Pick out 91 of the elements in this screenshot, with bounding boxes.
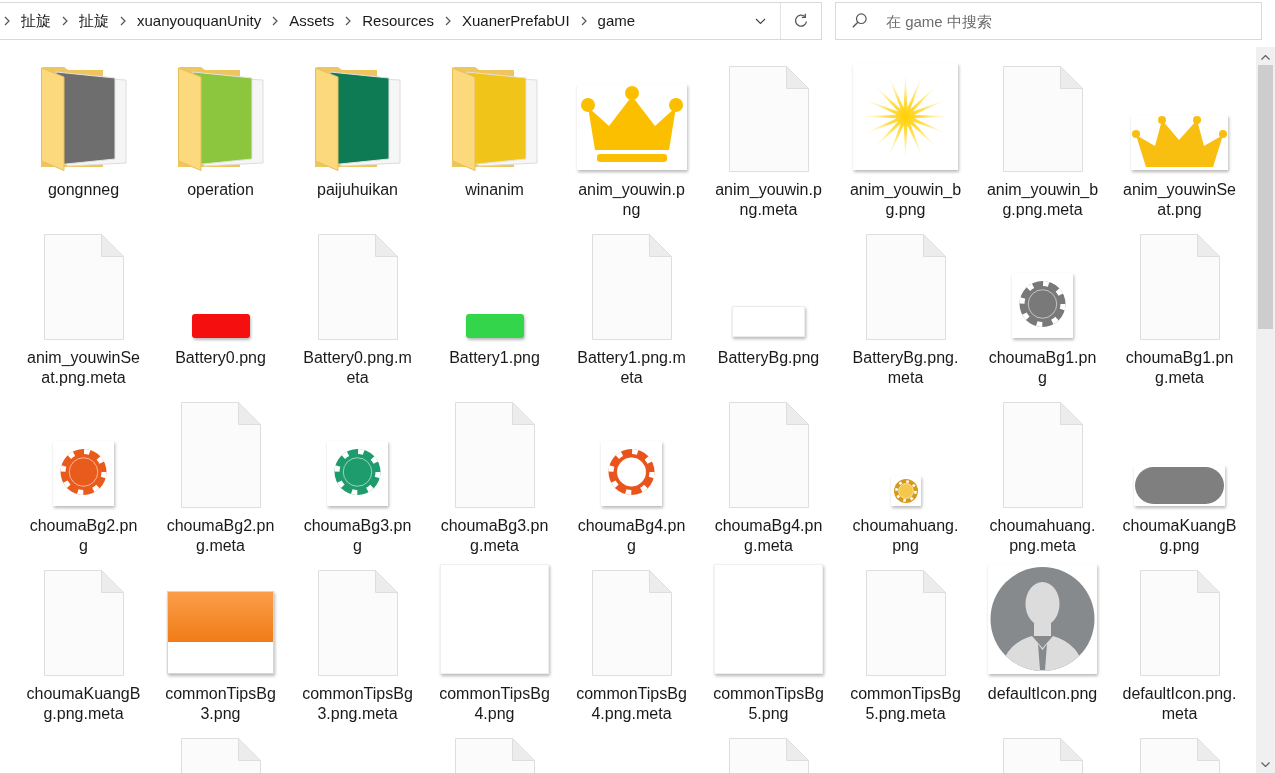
file-name[interactable]: choumaBg2.png.meta bbox=[163, 516, 278, 556]
file-name[interactable]: anim_youwin.png bbox=[574, 180, 689, 220]
chevron-right-icon[interactable] bbox=[345, 16, 352, 26]
file-name[interactable]: choumaBg1.png.meta bbox=[1122, 348, 1237, 388]
scrollbar-thumb[interactable] bbox=[1258, 65, 1273, 329]
folder-icon[interactable] bbox=[314, 67, 401, 171]
chip-icon[interactable] bbox=[890, 476, 921, 506]
file-name[interactable]: commonTipsBg4.png.meta bbox=[574, 684, 689, 724]
chevron-down-icon[interactable] bbox=[754, 17, 766, 25]
crown-icon[interactable] bbox=[576, 84, 687, 170]
document-icon[interactable] bbox=[1139, 570, 1220, 676]
blank-bar-icon[interactable] bbox=[732, 306, 805, 337]
file-name[interactable]: paijuhuikan bbox=[300, 180, 415, 200]
address-bar[interactable]: 扯旋 扯旋 xuanyouquanUnity Assets Resources XuanerPrefabUI game bbox=[0, 2, 822, 40]
pill-icon[interactable] bbox=[1134, 465, 1225, 506]
file-name[interactable]: Battery0.png bbox=[163, 348, 278, 368]
ring-chip-icon[interactable] bbox=[601, 441, 662, 506]
chip-icon[interactable] bbox=[53, 441, 114, 506]
search-icon[interactable] bbox=[852, 13, 867, 28]
file-name[interactable]: commonTipsBg3.png bbox=[163, 684, 278, 724]
file-name[interactable]: BatteryBg.png.meta bbox=[848, 348, 963, 388]
document-icon[interactable] bbox=[317, 234, 398, 340]
chip-icon[interactable] bbox=[1012, 273, 1073, 338]
sunburst-icon[interactable] bbox=[853, 63, 958, 170]
file-name[interactable]: Battery1.png bbox=[437, 348, 552, 368]
document-icon[interactable] bbox=[591, 234, 672, 340]
file-name[interactable]: winanim bbox=[437, 180, 552, 200]
file-name[interactable]: Battery1.png.meta bbox=[574, 348, 689, 388]
chevron-right-icon[interactable] bbox=[272, 16, 279, 26]
chevron-right-icon[interactable] bbox=[120, 16, 126, 26]
scrollbar-track[interactable] bbox=[1256, 47, 1275, 773]
file-name[interactable]: operation bbox=[163, 180, 278, 200]
chip-icon[interactable] bbox=[327, 441, 388, 506]
breadcrumb-link[interactable]: xuanyouquanUnity bbox=[137, 11, 262, 31]
rounded-bar-icon[interactable] bbox=[465, 314, 524, 338]
document-icon[interactable] bbox=[180, 402, 261, 508]
file-name[interactable]: anim_youwin_bg.png.meta bbox=[985, 180, 1100, 220]
file-name[interactable]: choumaBg1.png bbox=[985, 348, 1100, 388]
file-name[interactable]: commonTipsBg5.png.meta bbox=[848, 684, 963, 724]
file-name[interactable]: choumaBg2.png bbox=[26, 516, 141, 556]
file-name[interactable]: anim_youwin.png.meta bbox=[711, 180, 826, 220]
breadcrumb-link[interactable]: 扯旋 bbox=[21, 11, 51, 31]
file-name[interactable]: choumahuang.png bbox=[848, 516, 963, 556]
file-name[interactable]: choumaBg3.png bbox=[300, 516, 415, 556]
file-name[interactable]: commonTipsBg3.png.meta bbox=[300, 684, 415, 724]
file-name[interactable]: choumaBg4.png bbox=[574, 516, 689, 556]
document-icon[interactable] bbox=[728, 66, 809, 172]
document-icon[interactable] bbox=[1139, 234, 1220, 340]
file-name[interactable]: choumahuang.png.meta bbox=[985, 516, 1100, 556]
breadcrumb-link[interactable]: Resources bbox=[362, 11, 434, 31]
crown-icon[interactable] bbox=[1131, 115, 1228, 170]
document-icon[interactable] bbox=[865, 234, 946, 340]
document-icon[interactable] bbox=[1002, 402, 1083, 508]
chevron-right-icon[interactable] bbox=[4, 16, 10, 26]
chevron-right-icon[interactable] bbox=[580, 16, 587, 26]
file-name[interactable]: choumaKuangBg.png.meta bbox=[26, 684, 141, 724]
file-name[interactable]: choumaBg3.png.meta bbox=[437, 516, 552, 556]
document-icon[interactable] bbox=[865, 570, 946, 676]
folder-icon[interactable] bbox=[40, 67, 127, 171]
document-icon[interactable] bbox=[43, 234, 124, 340]
file-name[interactable]: BatteryBg.png bbox=[711, 348, 826, 368]
document-icon[interactable] bbox=[454, 402, 535, 508]
person-silhouette-icon[interactable] bbox=[988, 564, 1097, 674]
breadcrumb-link[interactable]: 扯旋 bbox=[79, 11, 109, 31]
file-name[interactable]: gongnneg bbox=[26, 180, 141, 200]
blank-image-icon[interactable] bbox=[714, 564, 823, 674]
file-name[interactable]: defaultIcon.png bbox=[985, 684, 1100, 704]
document-icon[interactable] bbox=[317, 570, 398, 676]
file-name[interactable]: anim_youwinSeat.png.meta bbox=[26, 348, 141, 388]
file-name[interactable]: choumaKuangBg.png bbox=[1122, 516, 1237, 556]
chevron-right-icon[interactable] bbox=[445, 16, 451, 26]
rounded-bar-icon[interactable] bbox=[191, 314, 250, 338]
document-icon[interactable] bbox=[1002, 66, 1083, 172]
breadcrumb-link[interactable]: Assets bbox=[289, 11, 335, 31]
document-icon[interactable] bbox=[728, 402, 809, 508]
file-name[interactable]: anim_youwin_bg.png bbox=[848, 180, 963, 220]
file-name[interactable]: commonTipsBg4.png bbox=[437, 684, 552, 724]
breadcrumb-link[interactable]: game bbox=[597, 11, 636, 31]
breadcrumb-link[interactable]: XuanerPrefabUI bbox=[462, 11, 570, 31]
gradient-banner-icon[interactable] bbox=[167, 591, 274, 674]
search-field[interactable]: 在 game 中搜索 bbox=[835, 2, 1262, 40]
file-name[interactable]: anim_youwinSeat.png bbox=[1122, 180, 1237, 220]
file-name[interactable]: commonTipsBg5.png bbox=[711, 684, 826, 724]
file-name[interactable]: defaultIcon.png.meta bbox=[1122, 684, 1237, 724]
refresh-icon[interactable] bbox=[793, 13, 809, 29]
file-name[interactable]: choumaBg4.png.meta bbox=[711, 516, 826, 556]
file-name[interactable]: Battery0.png.meta bbox=[300, 348, 415, 388]
document-icon[interactable] bbox=[43, 570, 124, 676]
document-icon[interactable] bbox=[591, 570, 672, 676]
blank-image-icon[interactable] bbox=[440, 564, 549, 674]
chevron-right-icon[interactable] bbox=[62, 16, 68, 26]
